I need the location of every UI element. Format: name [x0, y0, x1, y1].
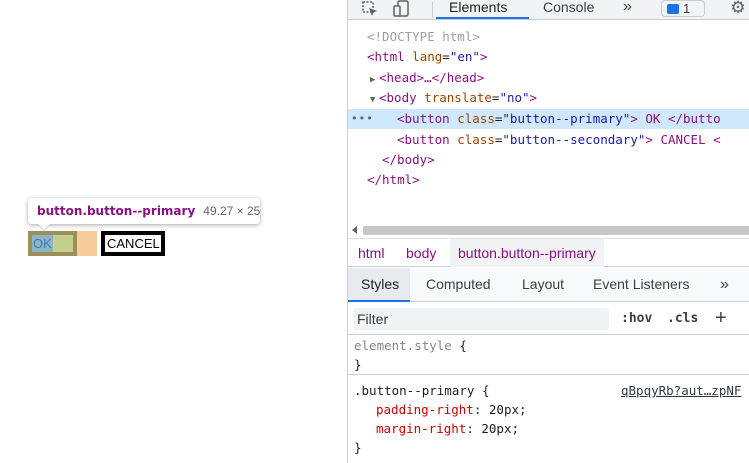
- tooltip-arrow: [38, 224, 50, 230]
- scroll-left-arrow-icon[interactable]: [352, 226, 357, 234]
- expand-triangle-icon[interactable]: ▶: [370, 70, 379, 90]
- element-style-close: }: [354, 357, 362, 372]
- rule-close: }: [354, 440, 362, 455]
- dom-head[interactable]: ▶ <head>…</head>: [348, 68, 749, 88]
- dom-html-close[interactable]: </html>: [348, 170, 749, 190]
- rule-header: .button--primary { qBpqyRb?aut…zpNF: [354, 381, 742, 400]
- hov-toggle-button[interactable]: :hov: [621, 308, 652, 330]
- devtools-panel: Elements Console » 1 ⚙ <!DOCTYPE html> <…: [347, 0, 749, 463]
- button-primary-rule: .button--primary { qBpqyRb?aut…zpNF padd…: [348, 381, 749, 457]
- styles-subtabs: Styles Computed Layout Event Listeners »: [348, 268, 749, 302]
- tooltip-selector: button.button--primary: [37, 204, 196, 218]
- horizontal-scrollbar[interactable]: [363, 226, 749, 235]
- breadcrumb-button[interactable]: button.button--primary: [450, 239, 604, 267]
- styles-filter-bar: :hov .cls +: [348, 303, 749, 335]
- ok-button[interactable]: OK: [32, 235, 53, 252]
- element-style-rule: element.style { }: [348, 336, 749, 375]
- toolbar-separator: [432, 2, 433, 18]
- tooltip-dimensions: 49.27 × 25: [203, 204, 261, 218]
- tab-event-listeners[interactable]: Event Listeners: [587, 268, 696, 301]
- more-subtabs-chevron-icon[interactable]: »: [714, 268, 735, 301]
- message-icon: [667, 4, 679, 14]
- breadcrumb-html[interactable]: html: [350, 239, 392, 267]
- active-tab-indicator: [436, 17, 529, 19]
- dom-body-open[interactable]: ▼ <body translate="no">: [348, 88, 749, 108]
- declaration-padding-right[interactable]: padding-right: 20px;: [348, 400, 749, 419]
- element-style-header: element.style {: [354, 338, 467, 353]
- cls-toggle-button[interactable]: .cls: [667, 308, 698, 330]
- rule-source-link[interactable]: qBpqyRb?aut…zpNF: [621, 381, 741, 400]
- rule-selector[interactable]: .button--primary: [354, 383, 474, 398]
- dom-body-close[interactable]: </body>: [348, 150, 749, 170]
- inspect-tooltip: button.button--primary 49.27 × 25: [28, 198, 260, 224]
- dom-doctype[interactable]: <!DOCTYPE html>: [348, 27, 749, 47]
- active-subtab-indicator: [348, 300, 410, 302]
- filter-input[interactable]: [353, 308, 609, 330]
- issues-count: 1: [683, 1, 691, 16]
- cancel-button[interactable]: CANCEL: [101, 231, 165, 256]
- dom-html-open[interactable]: <html lang="en">: [348, 47, 749, 67]
- devtools-toolbar: Elements Console » 1 ⚙: [348, 0, 749, 20]
- breadcrumb: html body button.button--primary: [348, 238, 749, 267]
- breadcrumb-body[interactable]: body: [398, 239, 444, 267]
- gear-icon[interactable]: ⚙: [728, 0, 748, 20]
- tab-computed[interactable]: Computed: [420, 268, 497, 301]
- collapse-triangle-icon[interactable]: ▼: [370, 90, 379, 110]
- declaration-margin-right[interactable]: margin-right: 20px;: [348, 419, 749, 438]
- device-toolbar-icon[interactable]: [392, 0, 412, 20]
- dom-button-primary[interactable]: ••• <button class="button--primary"> OK <…: [348, 109, 749, 129]
- new-style-rule-icon[interactable]: +: [715, 306, 727, 330]
- tab-console[interactable]: Console: [543, 0, 594, 20]
- more-tabs-chevron-icon[interactable]: »: [623, 0, 632, 20]
- dom-button-secondary[interactable]: <button class="button--secondary"> CANCE…: [348, 130, 749, 150]
- page-viewport: button.button--primary 49.27 × 25 OK CANC…: [0, 0, 347, 463]
- tab-layout[interactable]: Layout: [516, 268, 570, 301]
- more-actions-icon[interactable]: •••: [351, 109, 374, 129]
- inspect-element-icon[interactable]: [360, 0, 380, 20]
- tab-styles[interactable]: Styles: [348, 268, 410, 301]
- issues-badge[interactable]: 1: [661, 0, 705, 17]
